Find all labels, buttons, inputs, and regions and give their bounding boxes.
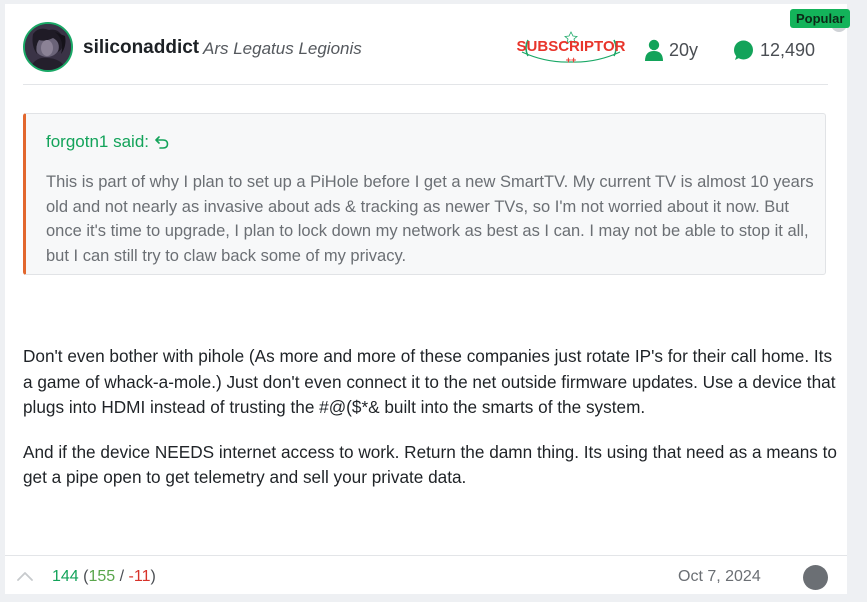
svg-text:++: ++ (566, 55, 577, 65)
popular-badge: Popular (790, 9, 851, 28)
post-paragraph: And if the device NEEDS internet access … (23, 441, 837, 488)
score-upvotes: 155 (88, 568, 116, 585)
svg-text:SUBSCRIPTOR: SUBSCRIPTOR (517, 38, 626, 55)
post-body: Don't even bother with pihole (As more a… (23, 344, 838, 510)
quote-block: forgotn1 said: This is part of why I pla… (23, 113, 826, 275)
subscriptor-badge: SUBSCRIPTOR ++ (516, 30, 626, 66)
post-header: siliconaddict Ars Legatus Legionis SUBSC… (5, 4, 847, 85)
post-footer: 144 (155 / -11) Oct 7, 2024 (5, 555, 847, 595)
return-arrow-icon[interactable] (155, 135, 169, 149)
vote-score: 144 (155 / -11) (52, 568, 156, 586)
post-date[interactable]: Oct 7, 2024 (678, 568, 761, 586)
quote-attribution[interactable]: forgotn1 said: (46, 132, 169, 152)
header-divider (23, 84, 828, 85)
quote-text: This is part of why I plan to set up a P… (46, 173, 814, 265)
author-title: Ars Legatus Legionis (203, 39, 362, 58)
avatar[interactable] (23, 22, 73, 72)
score-close-paren: ) (150, 568, 156, 585)
post-count: 12,490 (733, 38, 815, 62)
quote-author[interactable]: forgotn1 said: (46, 132, 149, 152)
score-total: 144 (52, 568, 79, 585)
member-years: 20y (645, 38, 698, 62)
score-separator: / (115, 568, 129, 585)
author-username[interactable]: siliconaddict (83, 37, 199, 59)
speech-bubble-icon (734, 40, 753, 60)
chevron-up-icon[interactable] (17, 570, 33, 582)
post-menu-button[interactable] (803, 565, 828, 590)
post-paragraph: Don't even bother with pihole (As more a… (23, 346, 836, 417)
user-icon (645, 39, 663, 61)
member-years-value: 20y (669, 39, 699, 60)
forum-post: Popular siliconaddict Ars Legatus Legion… (5, 4, 851, 595)
post-count-value: 12,490 (760, 39, 816, 60)
score-downvotes: -11 (128, 568, 151, 585)
